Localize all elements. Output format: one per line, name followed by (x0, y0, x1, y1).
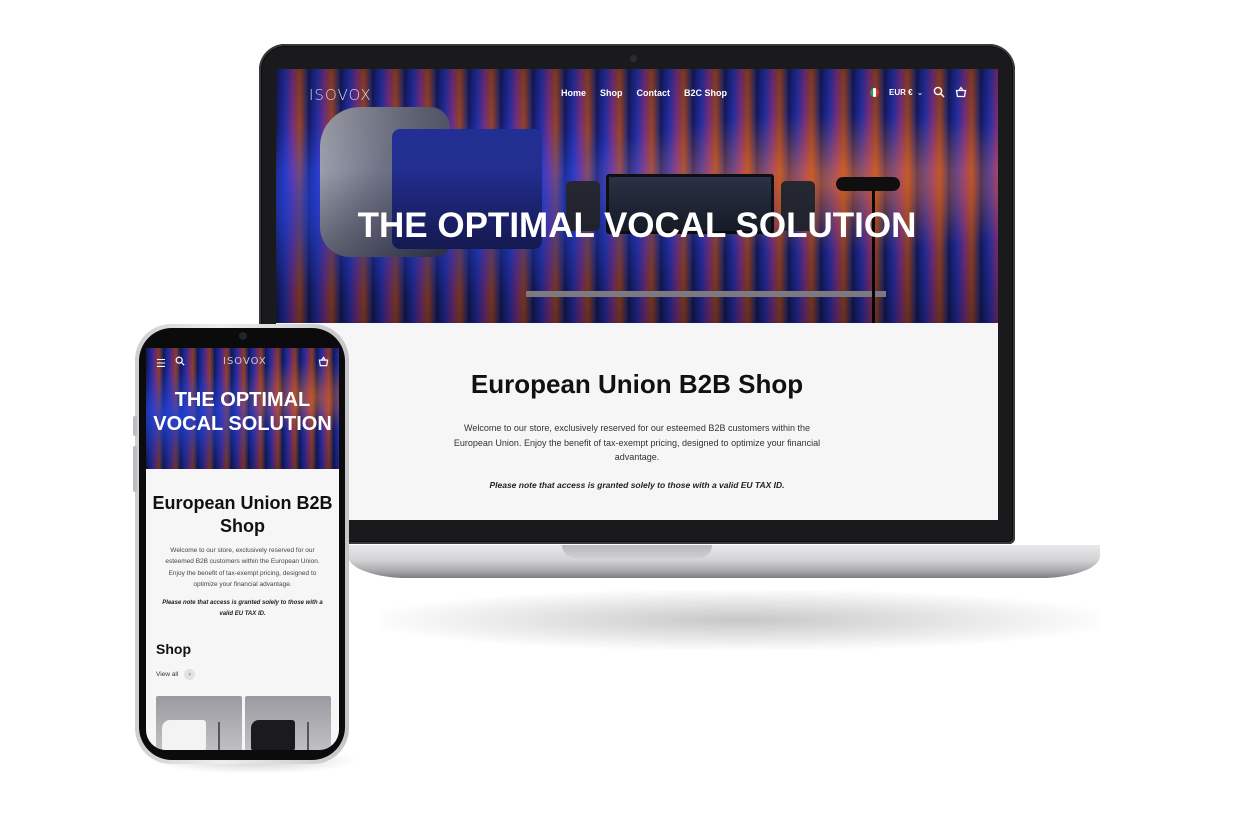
view-all-link[interactable]: View all › (156, 669, 196, 680)
laptop-notch (562, 545, 712, 558)
product-image-white-booth (162, 720, 206, 750)
laptop-base (348, 545, 1100, 578)
mobile-site-logo[interactable]: ISOVOX (223, 356, 267, 367)
laptop-camera (630, 55, 637, 62)
tax-id-note: Please note that access is granted solel… (489, 480, 785, 490)
hero-banner: ISOVOX Home Shop Contact B2C Shop EUR € … (276, 69, 998, 323)
site-logo[interactable]: ISOVOX (309, 86, 372, 104)
shop-section-title: Shop (156, 641, 191, 657)
mobile-hero-title: THE OPTIMAL VOCAL SOLUTION (153, 389, 332, 435)
nav-link-home[interactable]: Home (561, 88, 586, 98)
nav-link-shop[interactable]: Shop (600, 88, 623, 98)
top-navigation: ISOVOX Home Shop Contact B2C Shop EUR € … (276, 69, 998, 121)
search-icon[interactable] (933, 86, 945, 98)
phone-screen: ☰ ISOVOX THE OPTIMAL VOCAL SOLUTION Euro… (146, 348, 339, 750)
product-stand (307, 722, 309, 750)
intro-section: European Union B2B Shop Welcome to our s… (276, 323, 998, 520)
nav-link-contact[interactable]: Contact (637, 88, 671, 98)
menu-icon[interactable]: ☰ (156, 357, 166, 370)
italy-flag-icon (870, 87, 879, 97)
page-heading: European Union B2B Shop (470, 369, 804, 399)
phone-volume-button (133, 416, 137, 436)
product-card[interactable] (156, 696, 242, 750)
product-card[interactable] (245, 696, 331, 750)
nav-link-b2c-shop[interactable]: B2C Shop (684, 88, 727, 98)
nav-utilities: EUR € ⌄ (870, 86, 967, 98)
mobile-intro-description: Welcome to our store, exclusively reserv… (165, 547, 320, 588)
nav-links: Home Shop Contact B2C Shop (561, 88, 727, 98)
product-stand (218, 722, 220, 750)
search-icon[interactable] (175, 356, 185, 366)
mobile-hero-banner: ☰ ISOVOX THE OPTIMAL VOCAL SOLUTION (146, 348, 339, 469)
cart-icon[interactable] (955, 86, 967, 98)
hero-title: THE OPTIMAL VOCAL SOLUTION (357, 206, 917, 245)
chevron-right-icon[interactable]: › (184, 669, 196, 680)
view-all-label[interactable]: View all (156, 671, 178, 678)
laptop-screen: ISOVOX Home Shop Contact B2C Shop EUR € … (276, 69, 998, 520)
mobile-page-heading: European Union B2B Shop (152, 493, 333, 536)
laptop-shadow (380, 590, 1100, 650)
mobile-tax-id-note: Please note that access is granted solel… (162, 600, 323, 617)
phone-camera (239, 332, 247, 340)
product-image-black-booth (251, 720, 295, 750)
chevron-down-icon[interactable]: ⌄ (917, 88, 924, 97)
phone-volume-button (133, 446, 137, 492)
cart-icon[interactable] (318, 356, 329, 367)
currency-selector[interactable]: EUR € (889, 88, 913, 97)
intro-description: Welcome to our store, exclusively reserv… (453, 423, 821, 462)
